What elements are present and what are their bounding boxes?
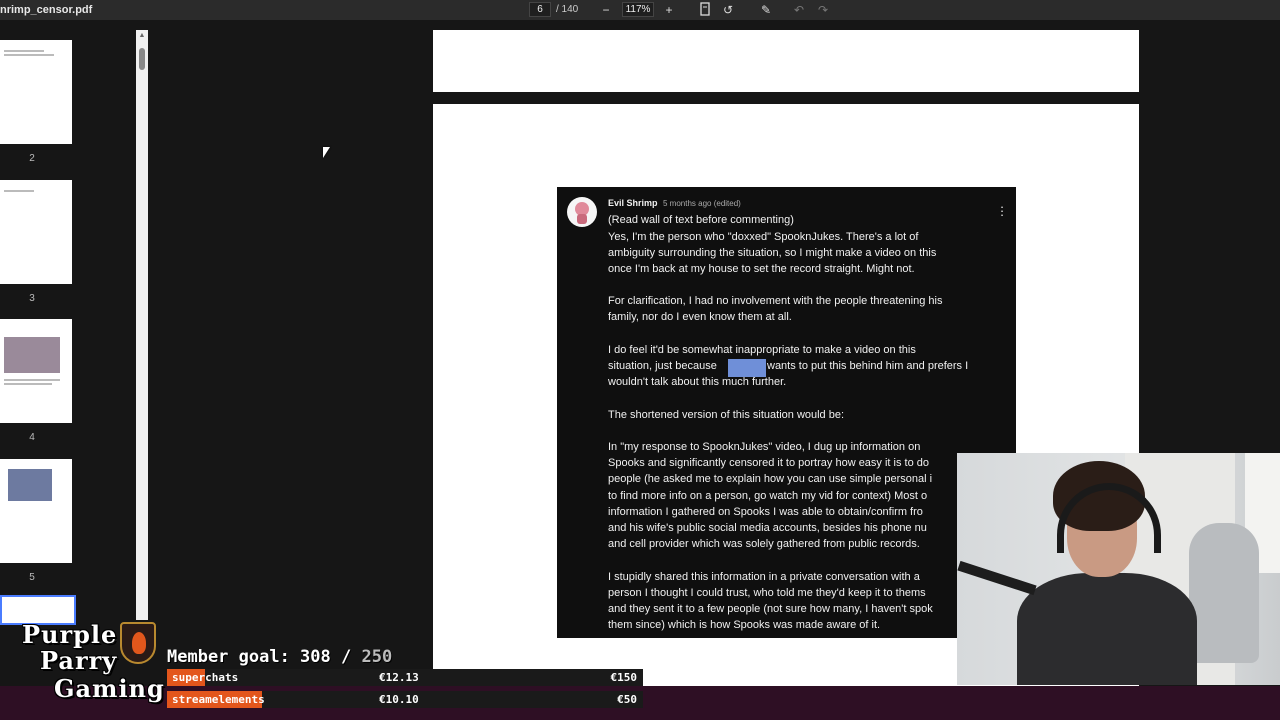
comment-line: once I'm back at my house to set the rec… <box>608 263 915 275</box>
member-goal-max: 250 <box>351 647 393 667</box>
comment-line: information I gathered on Spooks I was a… <box>608 506 923 518</box>
comment-time: 5 months ago (edited) <box>663 199 741 208</box>
undo-icon[interactable]: ↶ <box>791 2 807 18</box>
logo-text: Parry <box>40 646 118 675</box>
page-thumbnail[interactable] <box>0 319 72 423</box>
member-goal: Member goal: 308 / 250 <box>167 647 392 667</box>
rotate-icon[interactable]: ↺ <box>720 2 736 18</box>
comment-line: and his wife's public social media accou… <box>608 522 927 534</box>
channel-logo: Purple Parry Gaming <box>4 620 164 712</box>
thumbnail-label: 5 <box>29 572 35 583</box>
member-goal-text: Member goal: 308 / <box>167 647 352 667</box>
thumbnail-label: 2 <box>29 153 35 164</box>
sidebar-scrollbar[interactable]: ▲ <box>136 30 148 620</box>
flame-icon <box>132 632 146 654</box>
chair <box>1189 523 1259 663</box>
file-name: nrimp_censor.pdf <box>0 4 93 16</box>
redo-icon[interactable]: ↷ <box>815 2 831 18</box>
goal-name: superchats <box>172 671 239 684</box>
pdf-page-previous <box>433 30 1139 92</box>
comment-line: Yes, I'm the person who "doxxed" SpooknJ… <box>608 231 919 243</box>
logo-text: Gaming <box>54 674 165 703</box>
comment-line: For clarification, I had no involvement … <box>608 295 943 307</box>
zoom-in-icon[interactable]: + <box>661 2 677 18</box>
pdf-toolbar: nrimp_censor.pdf 6 / 140 − 117% + ↺ ✎ ↶ … <box>0 0 1280 20</box>
avatar <box>567 197 597 227</box>
shield-icon <box>120 622 156 664</box>
thumbnail-label: 4 <box>29 432 35 443</box>
comment-line: wants to put this behind him and prefers… <box>767 360 969 372</box>
comment-line: (Read wall of text before commenting) <box>608 214 794 226</box>
streamer-body <box>1017 573 1197 685</box>
comment-line: situation, just because <box>608 360 717 372</box>
goal-name: streamelements <box>172 693 265 706</box>
thumbnail-sidebar: 2 3 4 5 <box>0 30 136 625</box>
fit-page-icon[interactable] <box>697 2 713 18</box>
goal-current: €12.13 <box>379 671 419 684</box>
goal-target: €50 <box>617 693 637 706</box>
scrollbar-thumb[interactable] <box>139 48 145 70</box>
goal-current: €10.10 <box>379 693 419 706</box>
page-thumbnail[interactable] <box>0 180 72 284</box>
donation-goal-superchats: superchats €12.13 €150 <box>167 669 643 686</box>
comment-line: The shortened version of this situation … <box>608 409 845 421</box>
draw-icon[interactable]: ✎ <box>758 2 774 18</box>
comment-line: I stupidly shared this information in a … <box>608 571 920 583</box>
webcam-feed <box>957 453 1280 685</box>
goal-target: €150 <box>610 671 638 684</box>
comment-line: In "my response to SpooknJukes" video, I… <box>608 441 921 453</box>
comment-line: to find more info on a person, go watch … <box>608 490 928 502</box>
comment-line: ambiguity surrounding the situation, so … <box>608 247 937 259</box>
comment-line: them since) which is how Spooks was made… <box>608 619 881 631</box>
comment-line: and they sent it to a few people (not su… <box>608 603 933 615</box>
logo-text: Purple <box>22 620 118 649</box>
page-number-input[interactable]: 6 <box>529 2 551 17</box>
comment-line: and cell provider which was solely gathe… <box>608 538 920 550</box>
zoom-level[interactable]: 117% <box>622 2 654 17</box>
more-options-icon: · · · <box>999 199 1005 222</box>
redaction-box <box>728 359 766 377</box>
comment-line: Spooks and significantly censored it to … <box>608 457 930 469</box>
scroll-up-icon[interactable]: ▲ <box>138 32 146 40</box>
comment-line: person I thought I could trust, who told… <box>608 587 926 599</box>
page-thumbnail[interactable] <box>0 40 72 144</box>
comment-line: wouldn't talk about this much further. <box>608 376 787 388</box>
thumbnail-label: 3 <box>29 293 35 304</box>
page-total: / 140 <box>556 4 579 15</box>
comment-screenshot: Evil Shrimp 5 months ago (edited) · · · (R… <box>557 187 1016 638</box>
page-thumbnail[interactable] <box>0 459 72 563</box>
comment-line: people (he asked me to explain how you c… <box>608 473 933 485</box>
zoom-out-icon[interactable]: − <box>598 2 614 18</box>
comment-author: Evil Shrimp <box>608 198 658 208</box>
comment-line: family, nor do I even know them at all. <box>608 311 792 323</box>
donation-goal-streamelements: streamelements €10.10 €50 <box>167 691 643 708</box>
mouse-cursor-icon <box>323 147 330 158</box>
comment-line: I do feel it'd be somewhat inappropriate… <box>608 344 916 356</box>
